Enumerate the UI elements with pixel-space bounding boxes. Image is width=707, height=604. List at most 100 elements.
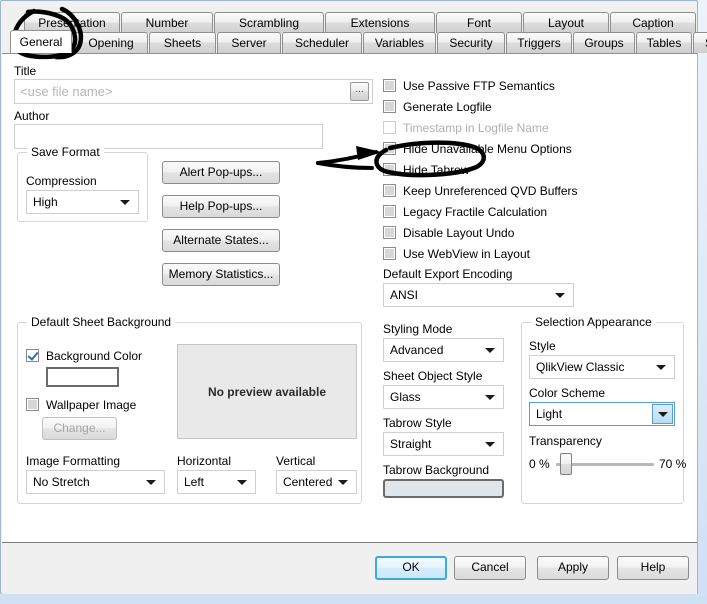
checkbox-keep-unreferenced-qvd-buffers[interactable]: Keep Unreferenced QVD Buffers [383, 183, 578, 199]
ok-button[interactable]: OK [375, 556, 447, 580]
sheet-object-style-label: Sheet Object Style [383, 369, 483, 383]
tabrow-background-swatch[interactable] [383, 479, 504, 498]
background-color-swatch[interactable] [46, 367, 119, 387]
vertical-value: Centered [283, 475, 333, 489]
vertical-label: Vertical [276, 454, 316, 468]
checkbox-use-webview-in-layout[interactable]: Use WebView in Layout [383, 246, 530, 262]
save-format-group-title: Save Format [27, 145, 104, 159]
compression-value: High [33, 195, 58, 209]
tab-triggers[interactable]: Triggers [506, 32, 572, 53]
horizontal-combobox[interactable]: Left [177, 470, 256, 494]
title-label: Title [14, 64, 37, 78]
checkbox-label: Timestamp in Logfile Name [403, 121, 549, 135]
checkbox-box [383, 121, 396, 134]
export-encoding-value: ANSI [390, 288, 419, 302]
dialog-window: Presentation Number Scrambling Extensions Fo… [0, 0, 707, 594]
checkbox-legacy-fractile-calculation[interactable]: Legacy Fractile Calculation [383, 204, 547, 220]
checkbox-box [26, 349, 39, 362]
help-button[interactable]: Help [617, 556, 689, 580]
checkbox-label: Use WebView in Layout [403, 247, 530, 261]
styling-mode-label: Styling Mode [383, 322, 453, 336]
transparency-slider-thumb[interactable] [560, 453, 572, 475]
selection-style-combobox[interactable]: QlikView Classic [529, 355, 675, 379]
checkbox-box [383, 79, 396, 92]
tab-sheets[interactable]: Sheets [149, 32, 216, 53]
tab-extensions[interactable]: Extensions [325, 12, 435, 33]
chevron-down-icon[interactable] [652, 404, 673, 424]
sheet-object-style-combobox[interactable]: Glass [383, 385, 504, 409]
tab-caption[interactable]: Caption [610, 12, 696, 33]
checkbox-hide-unavailable-menu-options[interactable]: Hide Unavailable Menu Options [383, 141, 572, 157]
tabrow-background-label: Tabrow Background [383, 463, 490, 477]
help-popups-button[interactable]: Help Pop-ups... [162, 195, 280, 218]
export-encoding-label: Default Export Encoding [383, 267, 513, 281]
tab-groups[interactable]: Groups [573, 32, 635, 53]
horizontal-value: Left [184, 475, 205, 489]
transparency-max-label: 70 % [659, 457, 687, 471]
selection-style-label: Style [529, 339, 556, 353]
dialog-content: Title <use file name> ... Author Save Fo… [2, 53, 697, 542]
compression-label: Compression [26, 174, 97, 188]
tab-sort[interactable]: Sort [693, 32, 707, 53]
styling-mode-value: Advanced [390, 343, 444, 357]
tabrow-style-label: Tabrow Style [383, 416, 452, 430]
tab-general[interactable]: General [10, 30, 72, 53]
compression-combobox[interactable]: High [26, 190, 139, 214]
tab-number[interactable]: Number [121, 12, 213, 33]
chevron-down-icon [485, 348, 495, 353]
alert-popups-button[interactable]: Alert Pop-ups... [162, 161, 280, 184]
dialog-footer: OK Cancel Apply Help [2, 542, 697, 594]
cancel-button[interactable]: Cancel [454, 556, 526, 580]
checkbox-label: Legacy Fractile Calculation [403, 205, 548, 219]
image-formatting-combobox[interactable]: No Stretch [26, 470, 165, 494]
image-formatting-label: Image Formatting [26, 454, 121, 468]
alternate-states-button[interactable]: Alternate States... [162, 229, 280, 252]
apply-button[interactable]: Apply [537, 556, 609, 580]
checkbox-disable-layout-undo[interactable]: Disable Layout Undo [383, 225, 514, 241]
checkbox-use-passive-ftp-semantics[interactable]: Use Passive FTP Semantics [383, 78, 555, 94]
tab-strip: Presentation Number Scrambling Extensions Fo… [2, 2, 707, 54]
tab-font[interactable]: Font [436, 12, 522, 33]
tab-server[interactable]: Server [217, 32, 281, 53]
background-color-label: Background Color [46, 349, 143, 363]
tab-variables[interactable]: Variables [363, 32, 436, 53]
checkbox-box [383, 142, 396, 155]
checkbox-timestamp-in-logfile-name[interactable]: Timestamp in Logfile Name [383, 120, 549, 136]
color-scheme-combobox[interactable]: Light [529, 402, 675, 426]
title-browse-button[interactable]: ... [350, 82, 369, 101]
vertical-combobox[interactable]: Centered [276, 470, 357, 494]
color-scheme-value: Light [536, 407, 563, 421]
tabrow-style-combobox[interactable]: Straight [383, 432, 504, 456]
checkbox-box [383, 205, 396, 218]
chevron-down-icon [656, 365, 666, 370]
selection-appearance-group-title: Selection Appearance [531, 315, 656, 329]
chevron-down-icon [485, 395, 495, 400]
checkbox-box [383, 163, 396, 176]
tab-tables[interactable]: Tables [636, 32, 692, 53]
change-wallpaper-button[interactable]: Change... [42, 417, 117, 440]
checkbox-generate-logfile[interactable]: Generate Logfile [383, 99, 492, 115]
chevron-down-icon [120, 200, 130, 205]
selection-style-value: QlikView Classic [536, 360, 625, 374]
export-encoding-combobox[interactable]: ANSI [383, 283, 574, 307]
tab-scheduler[interactable]: Scheduler [282, 32, 362, 53]
wallpaper-image-checkbox[interactable]: Wallpaper Image [26, 397, 136, 413]
wallpaper-image-label: Wallpaper Image [46, 398, 137, 412]
checkbox-label: Disable Layout Undo [403, 226, 515, 240]
chevron-down-icon [555, 293, 565, 298]
checkbox-hide-tabrow[interactable]: Hide Tabrow [383, 162, 469, 178]
tab-scrambling[interactable]: Scrambling [214, 12, 324, 33]
checkbox-box [26, 398, 39, 411]
styling-mode-combobox[interactable]: Advanced [383, 338, 504, 362]
color-scheme-label: Color Scheme [529, 386, 606, 400]
title-input[interactable]: <use file name> [14, 79, 373, 104]
background-color-checkbox[interactable]: Background Color [26, 348, 142, 364]
tab-opening[interactable]: Opening [74, 32, 148, 53]
checkbox-label: Generate Logfile [403, 100, 492, 114]
horizontal-label: Horizontal [177, 454, 232, 468]
memory-statistics-button[interactable]: Memory Statistics... [162, 263, 280, 286]
checkbox-box [383, 184, 396, 197]
tab-security[interactable]: Security [437, 32, 505, 53]
chevron-down-icon [146, 480, 156, 485]
tab-layout[interactable]: Layout [523, 12, 609, 33]
